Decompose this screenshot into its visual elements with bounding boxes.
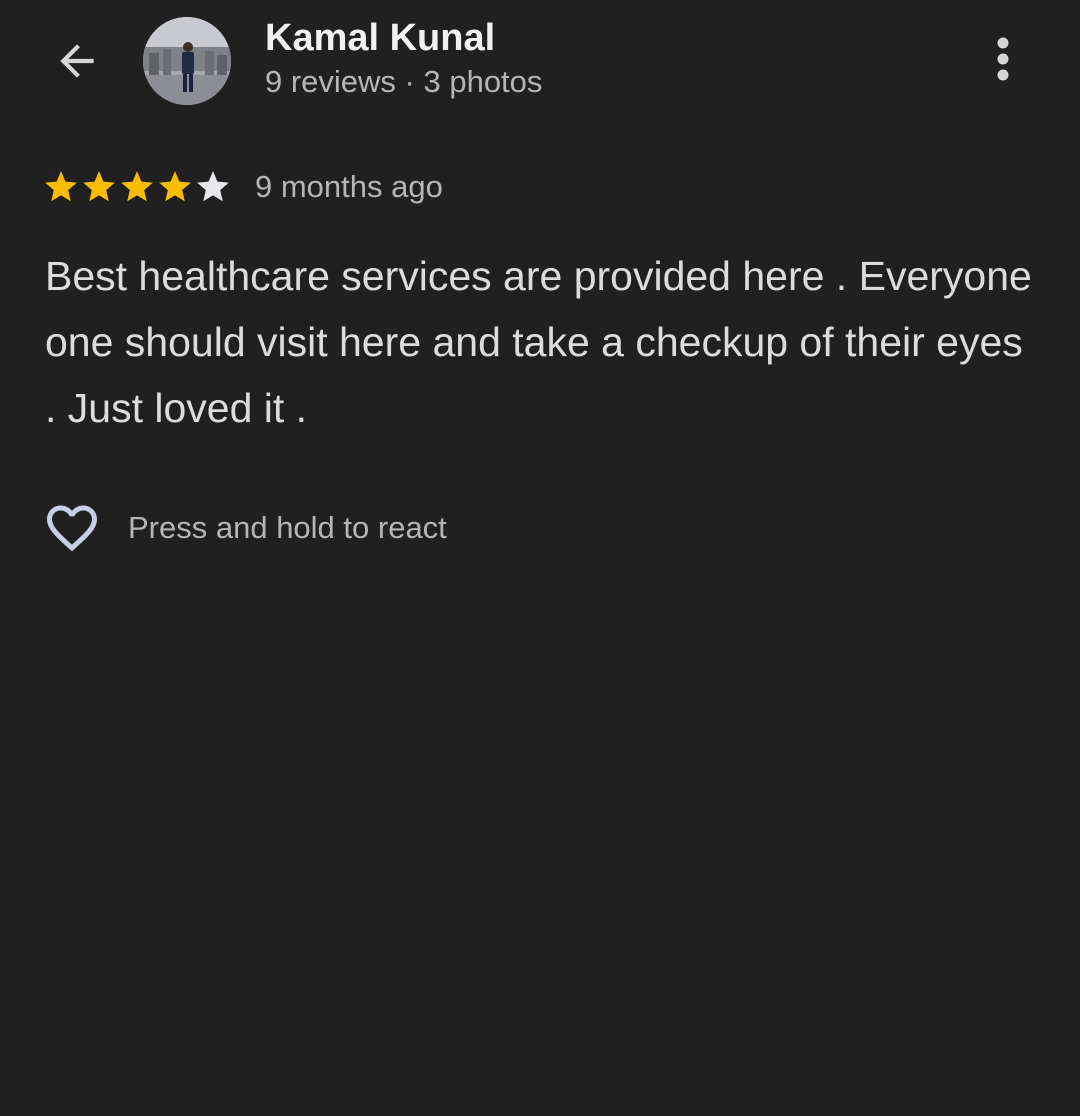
review-detail-screen: Kamal Kunal 9 reviews · 3 photos 9 month… xyxy=(0,0,1080,1116)
star-filled-icon xyxy=(121,171,153,202)
back-button[interactable] xyxy=(40,24,114,98)
arrow-back-icon xyxy=(60,44,94,78)
review-text: Best healthcare services are provided he… xyxy=(45,253,1032,431)
react-label: Press and hold to react xyxy=(128,510,447,545)
review-age: 9 months ago xyxy=(255,169,443,204)
star-rating xyxy=(42,168,232,206)
avatar-photo xyxy=(143,17,231,105)
more-options-button[interactable] xyxy=(972,24,1034,98)
rating-row: 9 months ago xyxy=(42,168,443,206)
more-vertical-icon xyxy=(997,37,1009,81)
star-filled-icon xyxy=(159,171,191,202)
author-name[interactable]: Kamal Kunal xyxy=(265,14,542,62)
avatar[interactable] xyxy=(143,17,231,105)
author-stats: 9 reviews · 3 photos xyxy=(265,64,543,99)
star-filled-icon xyxy=(45,171,77,202)
star-filled-icon xyxy=(83,171,115,202)
author-info: Kamal Kunal 9 reviews · 3 photos xyxy=(265,14,542,102)
react-button[interactable]: Press and hold to react xyxy=(42,498,447,558)
star-empty-icon xyxy=(197,171,229,202)
heart-outline-icon xyxy=(47,505,97,552)
